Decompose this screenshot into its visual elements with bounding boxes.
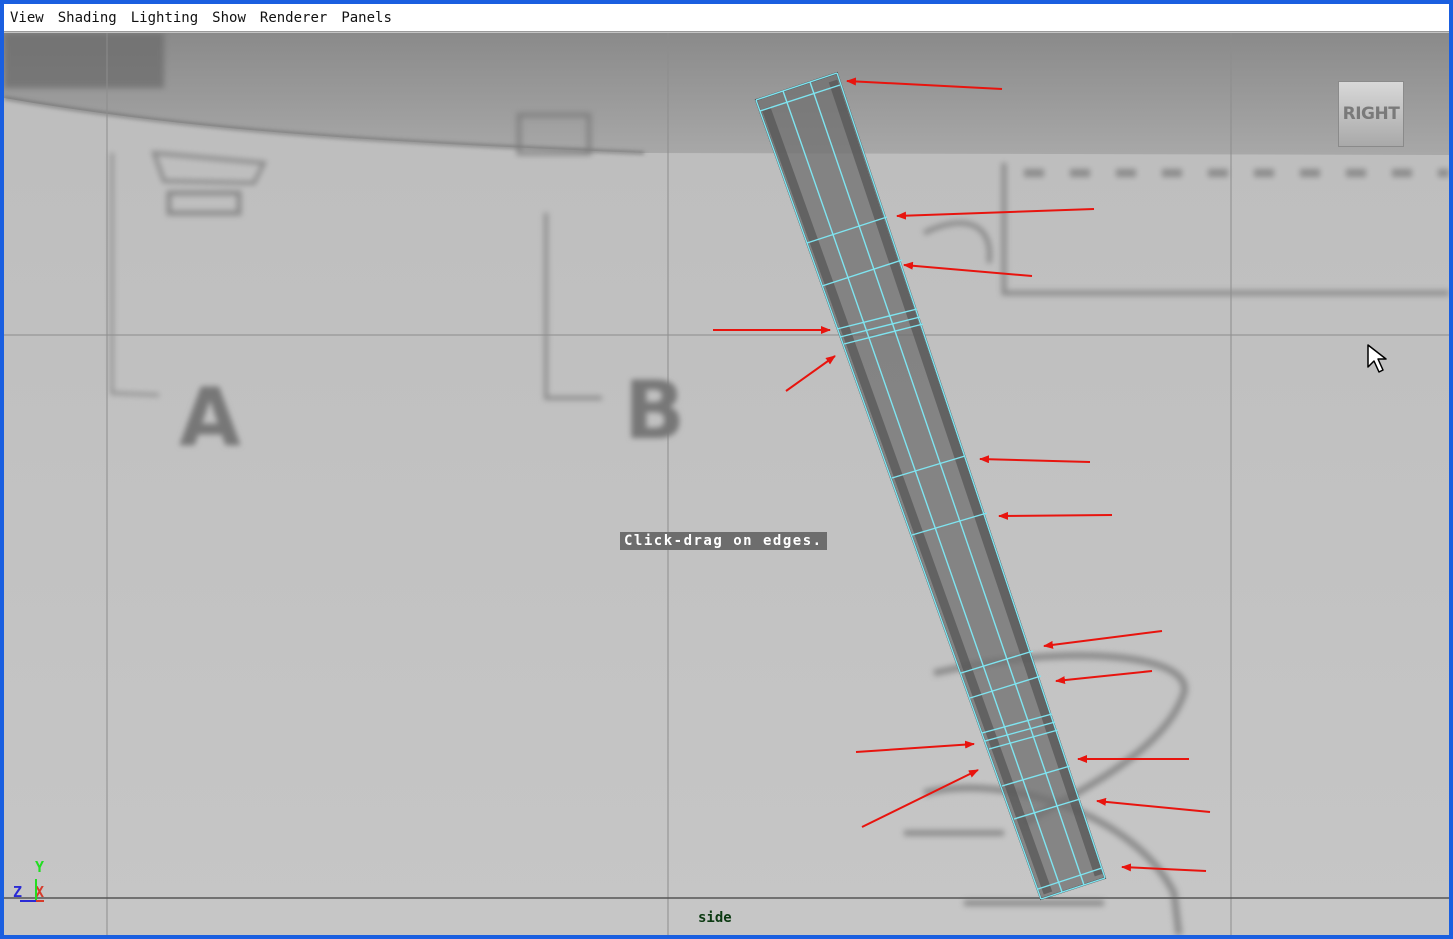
viewport-grid (4, 33, 1449, 935)
menu-panels[interactable]: Panels (341, 8, 392, 28)
help-line-text: Click-drag on edges. (620, 532, 827, 550)
red-arrow-icon (998, 511, 1113, 520)
menu-show[interactable]: Show (212, 8, 246, 28)
camera-name-label: side (698, 910, 732, 926)
red-arrow-icon (855, 740, 975, 753)
axis-y-label: Y (35, 858, 45, 876)
menu-lighting[interactable]: Lighting (131, 8, 198, 28)
menu-view[interactable]: View (10, 8, 44, 28)
axis-lines (20, 879, 44, 902)
red-arrow-icon (861, 769, 979, 828)
reference-image-plane (4, 33, 1449, 935)
mouse-cursor-icon (1367, 344, 1387, 373)
viewport-window: View Shading Lighting Show Renderer Pane… (0, 0, 1453, 939)
reference-letter-b: B (624, 364, 685, 457)
view-cube-label: RIGHT (1342, 104, 1400, 124)
3d-viewport[interactable]: A B RIGHT Click-drag on edges. side Y Z … (4, 33, 1449, 935)
polygon-mesh[interactable] (754, 71, 1107, 901)
red-arrow-icon (785, 355, 836, 392)
red-arrow-icon (903, 261, 1033, 277)
red-arrow-icon (1043, 630, 1163, 649)
viewport-scene: A B (4, 33, 1449, 935)
panel-menubar: View Shading Lighting Show Renderer Pane… (4, 4, 1449, 32)
red-arrow-icon (1055, 670, 1153, 685)
reference-letter-a: A (179, 371, 241, 464)
menu-renderer[interactable]: Renderer (260, 8, 327, 28)
red-arrow-icon (896, 208, 1095, 220)
red-arrow-icon (979, 455, 1091, 464)
menu-shading[interactable]: Shading (58, 8, 117, 28)
red-arrow-icon (1096, 797, 1211, 813)
view-cube-icon[interactable]: RIGHT (1338, 81, 1404, 147)
